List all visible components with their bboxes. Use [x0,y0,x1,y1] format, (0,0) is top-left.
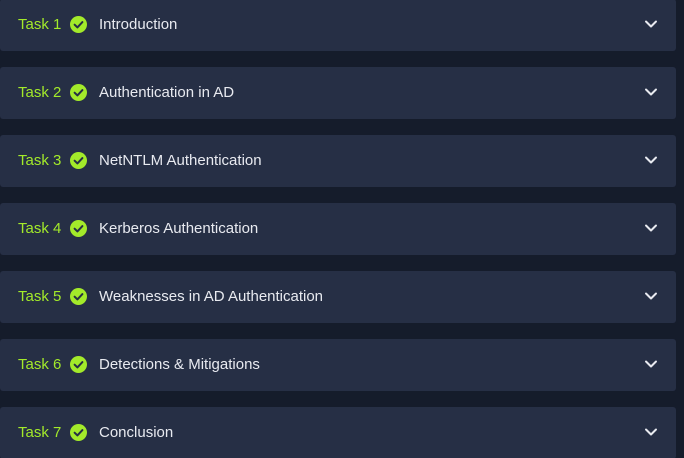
chevron-down-icon[interactable] [643,358,659,370]
check-circle-icon [70,288,87,305]
check-circle-icon [70,84,87,101]
chevron-down-icon[interactable] [643,426,659,438]
task-row-4[interactable]: Task 4 Kerberos Authentication [0,203,676,255]
chevron-down-icon[interactable] [643,86,659,98]
chevron-down-icon[interactable] [643,154,659,166]
task-title: NetNTLM Authentication [99,152,262,169]
task-row-2[interactable]: Task 2 Authentication in AD [0,67,676,119]
check-circle-icon [70,152,87,169]
task-list: Task 1 Introduction Task 2 Authenticatio… [0,0,684,458]
chevron-down-icon[interactable] [643,290,659,302]
task-number: Task 3 [18,152,62,169]
check-circle-icon [70,220,87,237]
task-row-3[interactable]: Task 3 NetNTLM Authentication [0,135,676,187]
task-title: Introduction [99,16,178,33]
task-number: Task 1 [18,16,62,33]
task-number: Task 2 [18,84,62,101]
chevron-down-icon[interactable] [643,18,659,30]
task-number: Task 7 [18,424,62,441]
task-row-7[interactable]: Task 7 Conclusion [0,407,676,458]
task-title: Weaknesses in AD Authentication [99,288,324,305]
task-number: Task 4 [18,220,62,237]
check-circle-icon [70,356,87,373]
check-circle-icon [70,424,87,441]
task-number: Task 5 [18,288,62,305]
task-title: Conclusion [99,424,174,441]
task-title: Authentication in AD [99,84,235,101]
task-row-1[interactable]: Task 1 Introduction [0,0,676,51]
task-title: Kerberos Authentication [99,220,259,237]
check-circle-icon [70,16,87,33]
task-row-6[interactable]: Task 6 Detections & Mitigations [0,339,676,391]
task-title: Detections & Mitigations [99,356,260,373]
chevron-down-icon[interactable] [643,222,659,234]
task-row-5[interactable]: Task 5 Weaknesses in AD Authentication [0,271,676,323]
task-number: Task 6 [18,356,62,373]
